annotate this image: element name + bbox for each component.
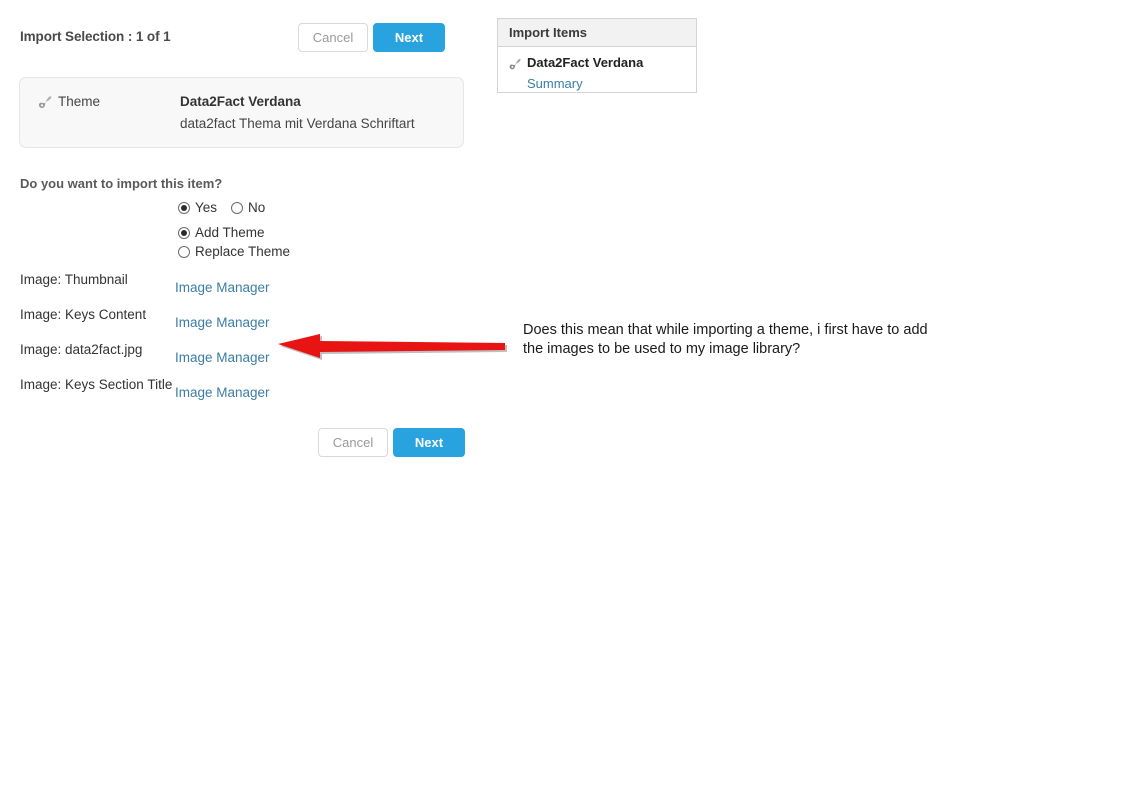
bottom-cancel-button[interactable]: Cancel	[318, 428, 388, 457]
top-cancel-button[interactable]: Cancel	[298, 23, 368, 52]
bottom-next-button[interactable]: Next	[393, 428, 465, 457]
radio-replace-theme-label: Replace Theme	[195, 244, 291, 259]
summary-link[interactable]: Summary	[527, 76, 583, 91]
image-row-label: Image: Keys Content	[20, 307, 147, 322]
radio-no-label: No	[248, 200, 266, 215]
radio-replace-theme[interactable]	[178, 246, 190, 258]
theme-brush-icon	[36, 93, 54, 111]
top-next-button[interactable]: Next	[373, 23, 445, 52]
theme-description: data2fact Thema mit Verdana Schriftart	[180, 116, 415, 131]
image-manager-link[interactable]: Image Manager	[175, 280, 270, 295]
annotation-text: Does this mean that while importing a th…	[523, 322, 928, 357]
theme-card: Theme Data2Fact Verdana data2fact Thema …	[19, 77, 464, 148]
image-row: Image: Keys Section Title Image Manager	[20, 377, 480, 407]
theme-name: Data2Fact Verdana	[180, 94, 301, 109]
image-manager-link[interactable]: Image Manager	[175, 350, 270, 365]
image-row-label: Image: Keys Section Title	[20, 377, 173, 392]
image-row: Image: data2fact.jpg Image Manager	[20, 342, 480, 372]
import-choice-group: Yes No	[178, 200, 279, 215]
radio-add-theme-label: Add Theme	[195, 225, 265, 240]
image-row: Image: Keys Content Image Manager	[20, 307, 480, 337]
radio-add-theme[interactable]	[178, 227, 190, 239]
image-row-label: Image: Thumbnail	[20, 272, 128, 287]
image-row: Image: Thumbnail Image Manager	[20, 272, 480, 302]
theme-action-replace-row: Replace Theme	[178, 244, 304, 259]
import-question-label: Do you want to import this item?	[20, 176, 223, 191]
image-manager-link[interactable]: Image Manager	[175, 315, 270, 330]
import-items-header: Import Items	[498, 19, 696, 47]
image-row-label: Image: data2fact.jpg	[20, 342, 143, 357]
radio-yes[interactable]	[178, 202, 190, 214]
radio-no[interactable]	[231, 202, 244, 214]
image-manager-link[interactable]: Image Manager	[175, 385, 270, 400]
import-items-entry-name: Data2Fact Verdana	[527, 55, 644, 70]
import-items-panel: Import Items Data2Fact Verdana Summary	[497, 18, 697, 93]
theme-action-add-row: Add Theme	[178, 225, 279, 240]
radio-yes-label: Yes	[195, 200, 218, 215]
theme-brush-icon	[507, 56, 523, 72]
page-title: Import Selection : 1 of 1	[20, 29, 171, 44]
theme-type-label: Theme	[58, 94, 101, 109]
